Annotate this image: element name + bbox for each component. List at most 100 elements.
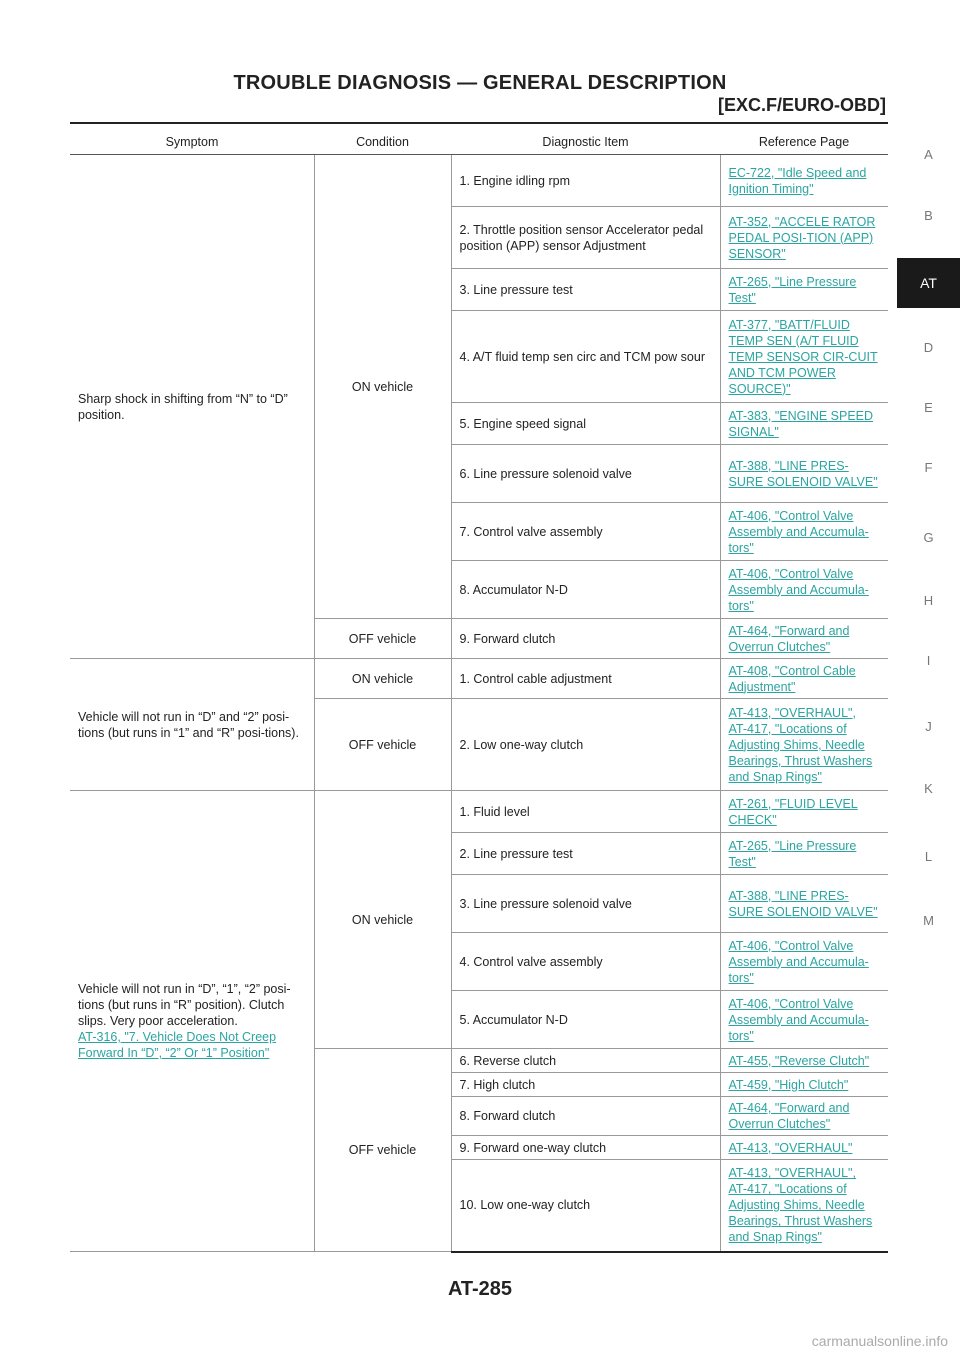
header-symptom: Symptom bbox=[70, 129, 314, 155]
index-tab-g[interactable]: G bbox=[897, 530, 960, 545]
reference-link[interactable]: AT-459, "High Clutch" bbox=[729, 1077, 881, 1093]
diagnostic-item-cell: 3. Line pressure solenoid valve bbox=[451, 874, 721, 933]
symptom-link[interactable]: AT-316, "7. Vehicle Does Not Creep Forwa… bbox=[78, 1030, 276, 1060]
diagnostic-item-cell: 9. Forward one-way clutch bbox=[451, 1135, 721, 1160]
reference-link[interactable]: AT-261, "FLUID LEVEL CHECK" bbox=[729, 796, 881, 828]
reference-cell: AT-413, "OVERHAUL" bbox=[720, 1135, 888, 1160]
index-tab-l[interactable]: L bbox=[897, 849, 960, 864]
symptom-cell: Vehicle will not run in “D”, “1”, “2” po… bbox=[70, 790, 315, 1252]
reference-link[interactable]: AT-383, "ENGINE SPEED SIGNAL" bbox=[729, 408, 881, 440]
condition-cell: OFF vehicle bbox=[314, 618, 452, 659]
table-row: Vehicle will not run in “D”, “1”, “2” po… bbox=[70, 790, 888, 1252]
index-tab-at[interactable]: AT bbox=[897, 258, 960, 308]
condition-cell: ON vehicle bbox=[314, 790, 452, 1049]
header-diagnostic-item: Diagnostic Item bbox=[451, 129, 720, 155]
diagnostic-item-cell: 6. Line pressure solenoid valve bbox=[451, 444, 721, 503]
index-tab-m[interactable]: M bbox=[897, 913, 960, 928]
diagnostic-item-cell: 8. Accumulator N-D bbox=[451, 560, 721, 619]
reference-link[interactable]: AT-413, "OVERHAUL", bbox=[729, 705, 881, 721]
reference-cell: AT-464, "Forward and Overrun Clutches" bbox=[720, 618, 888, 659]
reference-link[interactable]: AT-417, "Locations of Adjusting Shims, N… bbox=[729, 1181, 881, 1245]
diagnostic-item-cell: 4. A/T fluid temp sen circ and TCM pow s… bbox=[451, 310, 721, 403]
diagnostic-item-cell: 1. Fluid level bbox=[451, 790, 721, 833]
table-row: Sharp shock in shifting from “N” to “D” … bbox=[70, 154, 888, 659]
table-header-row: Symptom Condition Diagnostic Item Refere… bbox=[70, 129, 888, 155]
diagnostic-item-cell: 7. Control valve assembly bbox=[451, 502, 721, 561]
index-tab-j[interactable]: J bbox=[897, 719, 960, 734]
reference-link[interactable]: AT-406, "Control Valve Assembly and Accu… bbox=[729, 996, 881, 1044]
condition-cell: ON vehicle bbox=[314, 658, 452, 699]
index-tab-h[interactable]: H bbox=[897, 593, 960, 608]
reference-link[interactable]: AT-413, "OVERHAUL" bbox=[729, 1140, 881, 1156]
reference-cell: AT-455, "Reverse Clutch" bbox=[720, 1048, 888, 1073]
reference-cell: AT-388, "LINE PRES-SURE SOLENOID VALVE" bbox=[720, 444, 888, 503]
symptom-text: Sharp shock in shifting from “N” to “D” … bbox=[78, 391, 288, 422]
symptom-text: Vehicle will not run in “D”, “1”, “2” po… bbox=[78, 982, 291, 1028]
reference-link[interactable]: AT-406, "Control Valve Assembly and Accu… bbox=[729, 938, 881, 986]
reference-link[interactable]: AT-464, "Forward and Overrun Clutches" bbox=[729, 623, 881, 655]
reference-link[interactable]: AT-377, "BATT/FLUID TEMP SEN (A/T FLUID … bbox=[729, 317, 881, 397]
index-tab-i[interactable]: I bbox=[897, 653, 960, 668]
index-tab-f[interactable]: F bbox=[897, 460, 960, 475]
reference-cell: AT-265, "Line Pressure Test" bbox=[720, 832, 888, 875]
reference-cell: AT-352, "ACCELE RATOR PEDAL POSI-TION (A… bbox=[720, 206, 888, 269]
reference-link[interactable]: AT-352, "ACCELE RATOR PEDAL POSI-TION (A… bbox=[729, 214, 881, 262]
reference-link[interactable]: AT-408, "Control Cable Adjustment" bbox=[729, 663, 881, 695]
diagnostic-item-cell: 4. Control valve assembly bbox=[451, 932, 721, 991]
diagnostic-item-cell: 3. Line pressure test bbox=[451, 268, 721, 311]
reference-cell: AT-388, "LINE PRES-SURE SOLENOID VALVE" bbox=[720, 874, 888, 933]
reference-link[interactable]: AT-406, "Control Valve Assembly and Accu… bbox=[729, 566, 881, 614]
reference-cell: AT-265, "Line Pressure Test" bbox=[720, 268, 888, 311]
reference-link[interactable]: AT-265, "Line Pressure Test" bbox=[729, 838, 881, 870]
symptom-text: Vehicle will not run in “D” and “2” posi… bbox=[78, 709, 299, 740]
reference-cell: AT-261, "FLUID LEVEL CHECK" bbox=[720, 790, 888, 833]
diagnostic-item-cell: 9. Forward clutch bbox=[451, 618, 721, 659]
reference-cell: AT-377, "BATT/FLUID TEMP SEN (A/T FLUID … bbox=[720, 310, 888, 403]
reference-link[interactable]: AT-388, "LINE PRES-SURE SOLENOID VALVE" bbox=[729, 458, 881, 490]
reference-cell: AT-413, "OVERHAUL", AT-417, "Locations of… bbox=[720, 1159, 888, 1253]
diagnostic-item-cell: 2. Line pressure test bbox=[451, 832, 721, 875]
diagnostic-item-cell: 6. Reverse clutch bbox=[451, 1048, 721, 1073]
reference-link[interactable]: AT-417, "Locations of Adjusting Shims, N… bbox=[729, 721, 881, 785]
reference-cell: AT-459, "High Clutch" bbox=[720, 1072, 888, 1097]
diagnostic-item-cell: 1. Control cable adjustment bbox=[451, 658, 721, 699]
reference-link[interactable]: AT-406, "Control Valve Assembly and Accu… bbox=[729, 508, 881, 556]
diagnosis-table: Symptom Condition Diagnostic Item Refere… bbox=[70, 129, 888, 1253]
page-subtitle: [EXC.F/EURO-OBD] bbox=[718, 95, 886, 115]
page-title: TROUBLE DIAGNOSIS — GENERAL DESCRIPTION bbox=[233, 72, 727, 94]
reference-cell: AT-383, "ENGINE SPEED SIGNAL" bbox=[720, 402, 888, 445]
reference-cell: AT-406, "Control Valve Assembly and Accu… bbox=[720, 932, 888, 991]
condition-cell: OFF vehicle bbox=[314, 698, 452, 791]
header-reference-page: Reference Page bbox=[720, 129, 888, 155]
diagnostic-item-cell: 8. Forward clutch bbox=[451, 1096, 721, 1136]
watermark: carmanualsonline.info bbox=[811, 1333, 948, 1349]
symptom-cell: Vehicle will not run in “D” and “2” posi… bbox=[70, 658, 315, 791]
diagnostic-item-cell: 2. Throttle position sensor Accelerator … bbox=[451, 206, 721, 269]
diagnostic-item-cell: 5. Accumulator N-D bbox=[451, 990, 721, 1049]
index-tab-a[interactable]: A bbox=[897, 147, 960, 162]
reference-cell: AT-408, "Control Cable Adjustment" bbox=[720, 658, 888, 699]
reference-link[interactable]: AT-413, "OVERHAUL", bbox=[729, 1165, 881, 1181]
page-number: AT-285 bbox=[447, 1278, 513, 1300]
symptom-cell: Sharp shock in shifting from “N” to “D” … bbox=[70, 154, 315, 659]
diagnostic-item-cell: 10. Low one-way clutch bbox=[451, 1159, 721, 1253]
reference-cell: AT-464, "Forward and Overrun Clutches" bbox=[720, 1096, 888, 1136]
reference-cell: AT-406, "Control Valve Assembly and Accu… bbox=[720, 990, 888, 1049]
reference-cell: EC-722, "Idle Speed and Ignition Timing" bbox=[720, 154, 888, 207]
index-tab-b[interactable]: B bbox=[897, 208, 960, 223]
diagnostic-item-cell: 2. Low one-way clutch bbox=[451, 698, 721, 791]
index-tab-k[interactable]: K bbox=[897, 781, 960, 796]
index-tab-d[interactable]: D bbox=[897, 340, 960, 355]
header-condition: Condition bbox=[314, 129, 451, 155]
reference-link[interactable]: AT-265, "Line Pressure Test" bbox=[729, 274, 881, 306]
index-tab-e[interactable]: E bbox=[897, 400, 960, 415]
diagnostic-item-cell: 7. High clutch bbox=[451, 1072, 721, 1097]
reference-link[interactable]: AT-388, "LINE PRES-SURE SOLENOID VALVE" bbox=[729, 888, 881, 920]
diagnostic-item-cell: 1. Engine idling rpm bbox=[451, 154, 721, 207]
diagnostic-item-cell: 5. Engine speed signal bbox=[451, 402, 721, 445]
reference-link[interactable]: AT-464, "Forward and Overrun Clutches" bbox=[729, 1100, 881, 1132]
reference-link[interactable]: EC-722, "Idle Speed and Ignition Timing" bbox=[729, 165, 881, 197]
table-row: Vehicle will not run in “D” and “2” posi… bbox=[70, 658, 888, 791]
reference-cell: AT-406, "Control Valve Assembly and Accu… bbox=[720, 560, 888, 619]
reference-link[interactable]: AT-455, "Reverse Clutch" bbox=[729, 1053, 881, 1069]
